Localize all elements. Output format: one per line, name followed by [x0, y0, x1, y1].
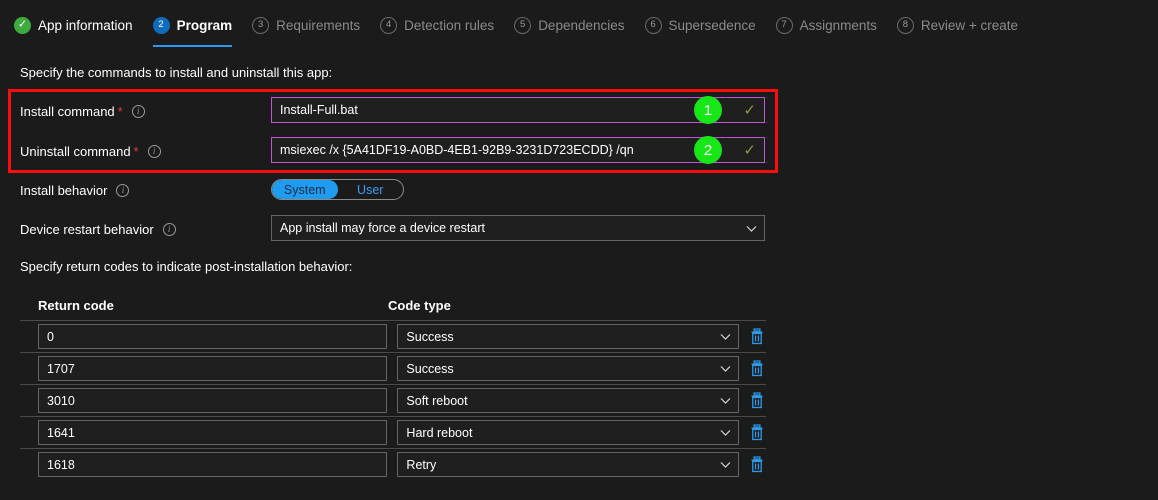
tab-label: Detection rules	[404, 17, 495, 33]
tab-label: Requirements	[276, 17, 361, 33]
device-restart-behavior-dropdown[interactable]: App install may force a device restart	[271, 215, 765, 241]
step-number-badge: 7	[775, 16, 793, 34]
code-type-value: Success	[406, 361, 454, 376]
info-icon[interactable]: i	[162, 222, 176, 236]
active-tab-underline	[152, 45, 233, 47]
code-type-dropdown[interactable]: Retry	[397, 452, 739, 477]
trash-icon[interactable]	[748, 327, 766, 347]
required-marker: *	[133, 143, 139, 159]
tab-review-create[interactable]: 8 Review + create	[896, 5, 1019, 45]
tab-label: Assignments	[799, 17, 877, 33]
trash-icon[interactable]	[748, 359, 766, 379]
table-header-row: Return code Code type	[20, 298, 766, 320]
install-behavior-label-row: Install behavior i	[20, 178, 130, 202]
code-type-dropdown[interactable]: Success	[397, 324, 739, 349]
column-header-return-code: Return code	[38, 298, 114, 313]
chevron-down-icon	[719, 426, 732, 439]
step-number-badge: 8	[896, 16, 914, 34]
tab-app-information[interactable]: ✓ App information	[14, 5, 133, 45]
tab-supersedence[interactable]: 6 Supersedence	[644, 5, 756, 45]
chevron-down-icon	[719, 394, 732, 407]
callout-badge-1: 1	[694, 96, 722, 124]
return-codes-table: Return code Code type 0 Success 1707 Suc…	[20, 298, 766, 480]
step-number-badge: 4	[380, 16, 398, 34]
wizard-tab-strip: ✓ App information 2 Program 3 Requiremen…	[0, 0, 1158, 50]
code-type-dropdown[interactable]: Soft reboot	[397, 388, 739, 413]
return-code-input[interactable]: 0	[38, 324, 388, 349]
table-row: 1707 Success	[20, 353, 766, 384]
return-code-value: 1707	[47, 361, 75, 376]
tab-program[interactable]: 2 Program	[152, 5, 233, 47]
info-icon[interactable]: i	[116, 183, 130, 197]
check-icon: ✓	[743, 101, 756, 119]
code-type-value: Hard reboot	[406, 425, 473, 440]
return-code-input[interactable]: 1618	[38, 452, 388, 477]
code-type-value: Soft reboot	[406, 393, 468, 408]
install-command-input[interactable]: Install-Full.bat ✓	[271, 97, 765, 123]
trash-icon[interactable]	[748, 423, 766, 443]
step-number-badge: 5	[514, 16, 532, 34]
chevron-down-icon	[719, 458, 732, 471]
toggle-option-system[interactable]: System	[272, 180, 338, 199]
uninstall-command-value: msiexec /x {5A41DF19-A0BD-4EB1-92B9-3231…	[280, 143, 634, 157]
install-command-value: Install-Full.bat	[280, 103, 358, 117]
return-code-value: 1641	[47, 425, 75, 440]
code-type-value: Success	[406, 329, 454, 344]
code-type-dropdown[interactable]: Success	[397, 356, 739, 381]
tab-label: Dependencies	[538, 17, 625, 33]
column-header-code-type: Code type	[388, 298, 451, 313]
return-code-value: 3010	[47, 393, 75, 408]
step-number-badge: 2	[152, 16, 170, 34]
step-number-badge: 6	[644, 16, 662, 34]
return-code-input[interactable]: 1707	[38, 356, 388, 381]
code-type-dropdown[interactable]: Hard reboot	[397, 420, 739, 445]
commands-instruction-text: Specify the commands to install and unin…	[20, 65, 333, 80]
tab-detection-rules[interactable]: 4 Detection rules	[380, 5, 494, 45]
callout-badge-2: 2	[694, 136, 722, 164]
tab-requirements[interactable]: 3 Requirements	[252, 5, 360, 45]
code-type-value: Retry	[406, 457, 437, 472]
table-row: 3010 Soft reboot	[20, 385, 766, 416]
check-icon: ✓	[743, 141, 756, 159]
required-marker: *	[117, 103, 123, 119]
tab-dependencies[interactable]: 5 Dependencies	[514, 5, 625, 45]
info-icon[interactable]: i	[131, 104, 145, 118]
uninstall-command-label: Uninstall command	[20, 143, 131, 159]
return-code-input[interactable]: 1641	[38, 420, 388, 445]
toggle-option-user[interactable]: User	[338, 180, 404, 199]
chevron-down-icon	[719, 330, 732, 343]
chevron-down-icon	[719, 362, 732, 375]
table-row: 0 Success	[20, 321, 766, 352]
chevron-down-icon	[745, 222, 758, 235]
device-restart-label-row: Device restart behavior i	[20, 217, 176, 241]
tab-label: Program	[176, 17, 233, 33]
return-codes-instruction-text: Specify return codes to indicate post-in…	[20, 259, 353, 274]
uninstall-command-label-row: Uninstall command * i	[20, 139, 161, 163]
trash-icon[interactable]	[748, 391, 766, 411]
install-behavior-label: Install behavior	[20, 182, 108, 198]
step-number-badge: 3	[252, 16, 270, 34]
install-behavior-toggle[interactable]: System User	[271, 179, 404, 200]
table-row: 1641 Hard reboot	[20, 417, 766, 448]
tab-assignments[interactable]: 7 Assignments	[775, 5, 877, 45]
tab-label: Review + create	[920, 17, 1019, 33]
install-command-label-row: Install command * i	[20, 99, 145, 123]
trash-icon[interactable]	[748, 455, 766, 475]
check-icon: ✓	[14, 16, 31, 34]
device-restart-behavior-value: App install may force a device restart	[280, 221, 485, 235]
return-code-value: 1618	[47, 457, 75, 472]
info-icon[interactable]: i	[147, 144, 161, 158]
table-row: 1618 Retry	[20, 449, 766, 480]
install-command-label: Install command	[20, 103, 115, 119]
tab-label: Supersedence	[668, 17, 756, 33]
uninstall-command-input[interactable]: msiexec /x {5A41DF19-A0BD-4EB1-92B9-3231…	[271, 137, 765, 163]
tab-label: App information	[38, 17, 133, 33]
device-restart-behavior-label: Device restart behavior	[20, 221, 154, 237]
return-code-value: 0	[47, 329, 54, 344]
return-code-input[interactable]: 3010	[38, 388, 388, 413]
